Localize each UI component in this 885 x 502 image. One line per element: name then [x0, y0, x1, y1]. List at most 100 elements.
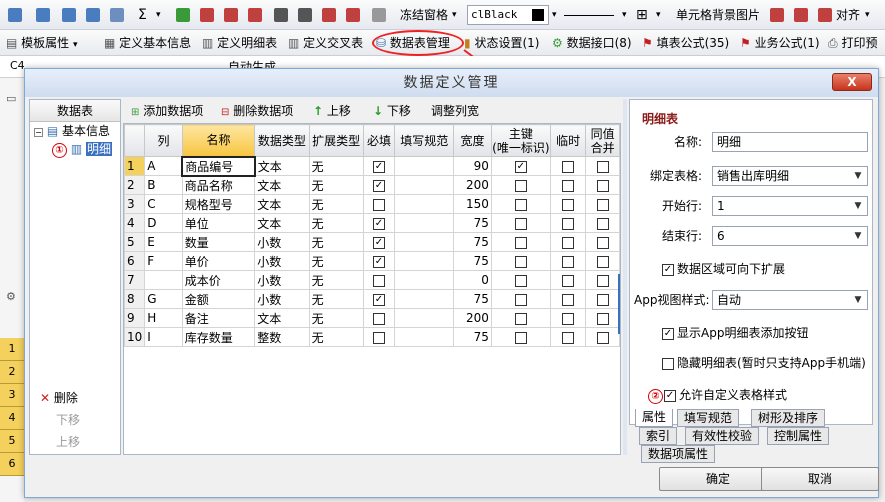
column-letter-cell[interactable]: C [144, 194, 183, 214]
pk-cell[interactable] [490, 270, 551, 290]
table-row[interactable]: 2 B 商品名称 文本无 ✓ 200 [124, 175, 620, 195]
extension-type-cell[interactable]: 无 [308, 327, 364, 347]
chart-icon[interactable] [176, 8, 190, 22]
delete-table-button[interactable]: ✕ 删除 [30, 387, 120, 409]
tab-fill-spec[interactable]: 填写规范 [677, 409, 740, 427]
column-letter-cell[interactable]: G [144, 289, 183, 309]
row-number[interactable]: 1 [124, 156, 146, 176]
fill-formula-button[interactable]: ⚑ 填表公式(35) [642, 33, 729, 53]
table-row[interactable]: 6 F 单价 小数无 ✓ 75 [124, 251, 620, 271]
column-header[interactable]: 列 [144, 124, 183, 157]
tab-validation[interactable]: 有效性校验 [685, 427, 760, 445]
column-letter-cell[interactable]: D [144, 213, 183, 233]
name-cell[interactable]: 金额 [181, 289, 256, 309]
fill-spec-cell[interactable] [394, 251, 455, 271]
template-properties-menu[interactable]: ▤ 模板属性 ▾ [6, 33, 78, 55]
data-type-cell[interactable]: 小数 [254, 232, 310, 252]
column-header[interactable]: 宽度 [453, 124, 492, 157]
row-header[interactable]: 6 [0, 453, 24, 476]
req-cell[interactable]: ✓ [362, 175, 396, 195]
fill-spec-cell[interactable] [394, 194, 455, 214]
extension-type-cell[interactable]: 无 [308, 175, 364, 195]
cell-bg-image-button[interactable]: 单元格背景图片 [676, 5, 760, 25]
data-type-cell[interactable]: 文本 [254, 156, 310, 176]
extension-type-cell[interactable]: 无 [308, 213, 364, 233]
chevron-down-icon[interactable]: ▾ [552, 5, 557, 25]
merge-cell[interactable] [585, 327, 620, 347]
temp-cell[interactable] [549, 270, 587, 290]
move-down-button[interactable]: ↓ 下移 [373, 101, 411, 121]
chevron-down-icon[interactable]: ▾ [156, 5, 161, 25]
column-header[interactable]: 名称 [181, 124, 256, 157]
req-cell[interactable]: ✓ [362, 156, 396, 176]
fill-spec-cell[interactable] [394, 270, 455, 290]
adjust-column-width-button[interactable]: 调整列宽 [431, 101, 479, 121]
line-style-select[interactable] [564, 5, 620, 25]
chevron-down-icon[interactable]: ▾ [452, 5, 457, 25]
name-cell[interactable]: 规格型号 [181, 194, 256, 214]
show-add-button-checkbox[interactable]: ✓ 显示App明细表添加按钮 [662, 324, 808, 342]
temp-cell[interactable] [549, 156, 587, 176]
pk-cell[interactable] [490, 175, 551, 195]
merge-cell[interactable] [585, 251, 620, 271]
pk-cell[interactable] [490, 213, 551, 233]
req-cell[interactable] [362, 270, 396, 290]
row-header[interactable]: 1 [0, 338, 24, 361]
row-number[interactable]: 8 [124, 289, 146, 309]
move-down-table-button[interactable]: 下移 [30, 409, 120, 431]
data-type-cell[interactable]: 小数 [254, 289, 310, 309]
image-icon[interactable] [794, 8, 808, 22]
temp-cell[interactable] [549, 327, 587, 347]
data-type-cell[interactable]: 文本 [254, 213, 310, 233]
close-button[interactable]: X [832, 73, 872, 91]
pk-cell[interactable] [490, 232, 551, 252]
table-row[interactable]: 3 C 规格型号 文本无 150 [124, 194, 620, 214]
define-basic-info-button[interactable]: ▦ 定义基本信息 [104, 33, 191, 53]
req-cell[interactable]: ✓ [362, 289, 396, 309]
fill-spec-cell[interactable] [394, 308, 455, 328]
ok-button[interactable]: 确定 [659, 467, 777, 491]
chevron-down-icon[interactable]: ▾ [865, 5, 870, 25]
req-cell[interactable]: ✓ [362, 232, 396, 252]
data-type-cell[interactable]: 文本 [254, 175, 310, 195]
row-header[interactable]: 5 [0, 430, 24, 453]
report-icon[interactable] [248, 8, 262, 22]
row-header[interactable]: 3 [0, 384, 24, 407]
pk-cell[interactable] [490, 327, 551, 347]
define-crosstab-button[interactable]: ▥ 定义交叉表 [288, 33, 363, 53]
name-cell[interactable]: 单位 [181, 213, 256, 233]
extension-type-cell[interactable]: 无 [308, 308, 364, 328]
column-letter-cell[interactable] [144, 270, 183, 290]
column-letter-cell[interactable]: I [144, 327, 183, 347]
data-type-cell[interactable]: 文本 [254, 308, 310, 328]
tab-tree-sort[interactable]: 树形及排序 [751, 409, 826, 427]
width-cell[interactable]: 90 [453, 156, 492, 176]
merge-cell[interactable] [585, 232, 620, 252]
pk-cell[interactable] [490, 289, 551, 309]
fill-spec-cell[interactable] [394, 289, 455, 309]
merge-cell[interactable] [585, 194, 620, 214]
table-row[interactable]: 10 I 库存数量 整数无 75 [124, 327, 620, 347]
sum-button[interactable]: Σ [138, 5, 147, 25]
extension-type-cell[interactable]: 无 [308, 289, 364, 309]
merge-cell[interactable] [585, 175, 620, 195]
temp-cell[interactable] [549, 175, 587, 195]
column-header[interactable]: 填写规范 [394, 124, 455, 157]
row-number[interactable]: 6 [124, 251, 146, 271]
column-header[interactable]: 必填 [362, 124, 396, 157]
column-letter-cell[interactable]: F [144, 251, 183, 271]
merge-cell[interactable] [585, 156, 620, 176]
temp-cell[interactable] [549, 213, 587, 233]
custom-style-checkbox[interactable]: ② ✓ 允许自定义表格样式 [648, 386, 787, 404]
width-cell[interactable]: 0 [453, 270, 492, 290]
fill-spec-cell[interactable] [394, 327, 455, 347]
extension-type-cell[interactable]: 无 [308, 251, 364, 271]
extension-type-cell[interactable]: 无 [308, 156, 364, 176]
scroll-handle[interactable] [618, 274, 620, 334]
cell-reference[interactable]: C4 [10, 59, 25, 72]
extension-type-cell[interactable]: 无 [308, 194, 364, 214]
report-icon[interactable] [322, 8, 336, 22]
data-type-cell[interactable]: 小数 [254, 270, 310, 290]
column-letter-cell[interactable]: B [144, 175, 183, 195]
req-cell[interactable] [362, 308, 396, 328]
